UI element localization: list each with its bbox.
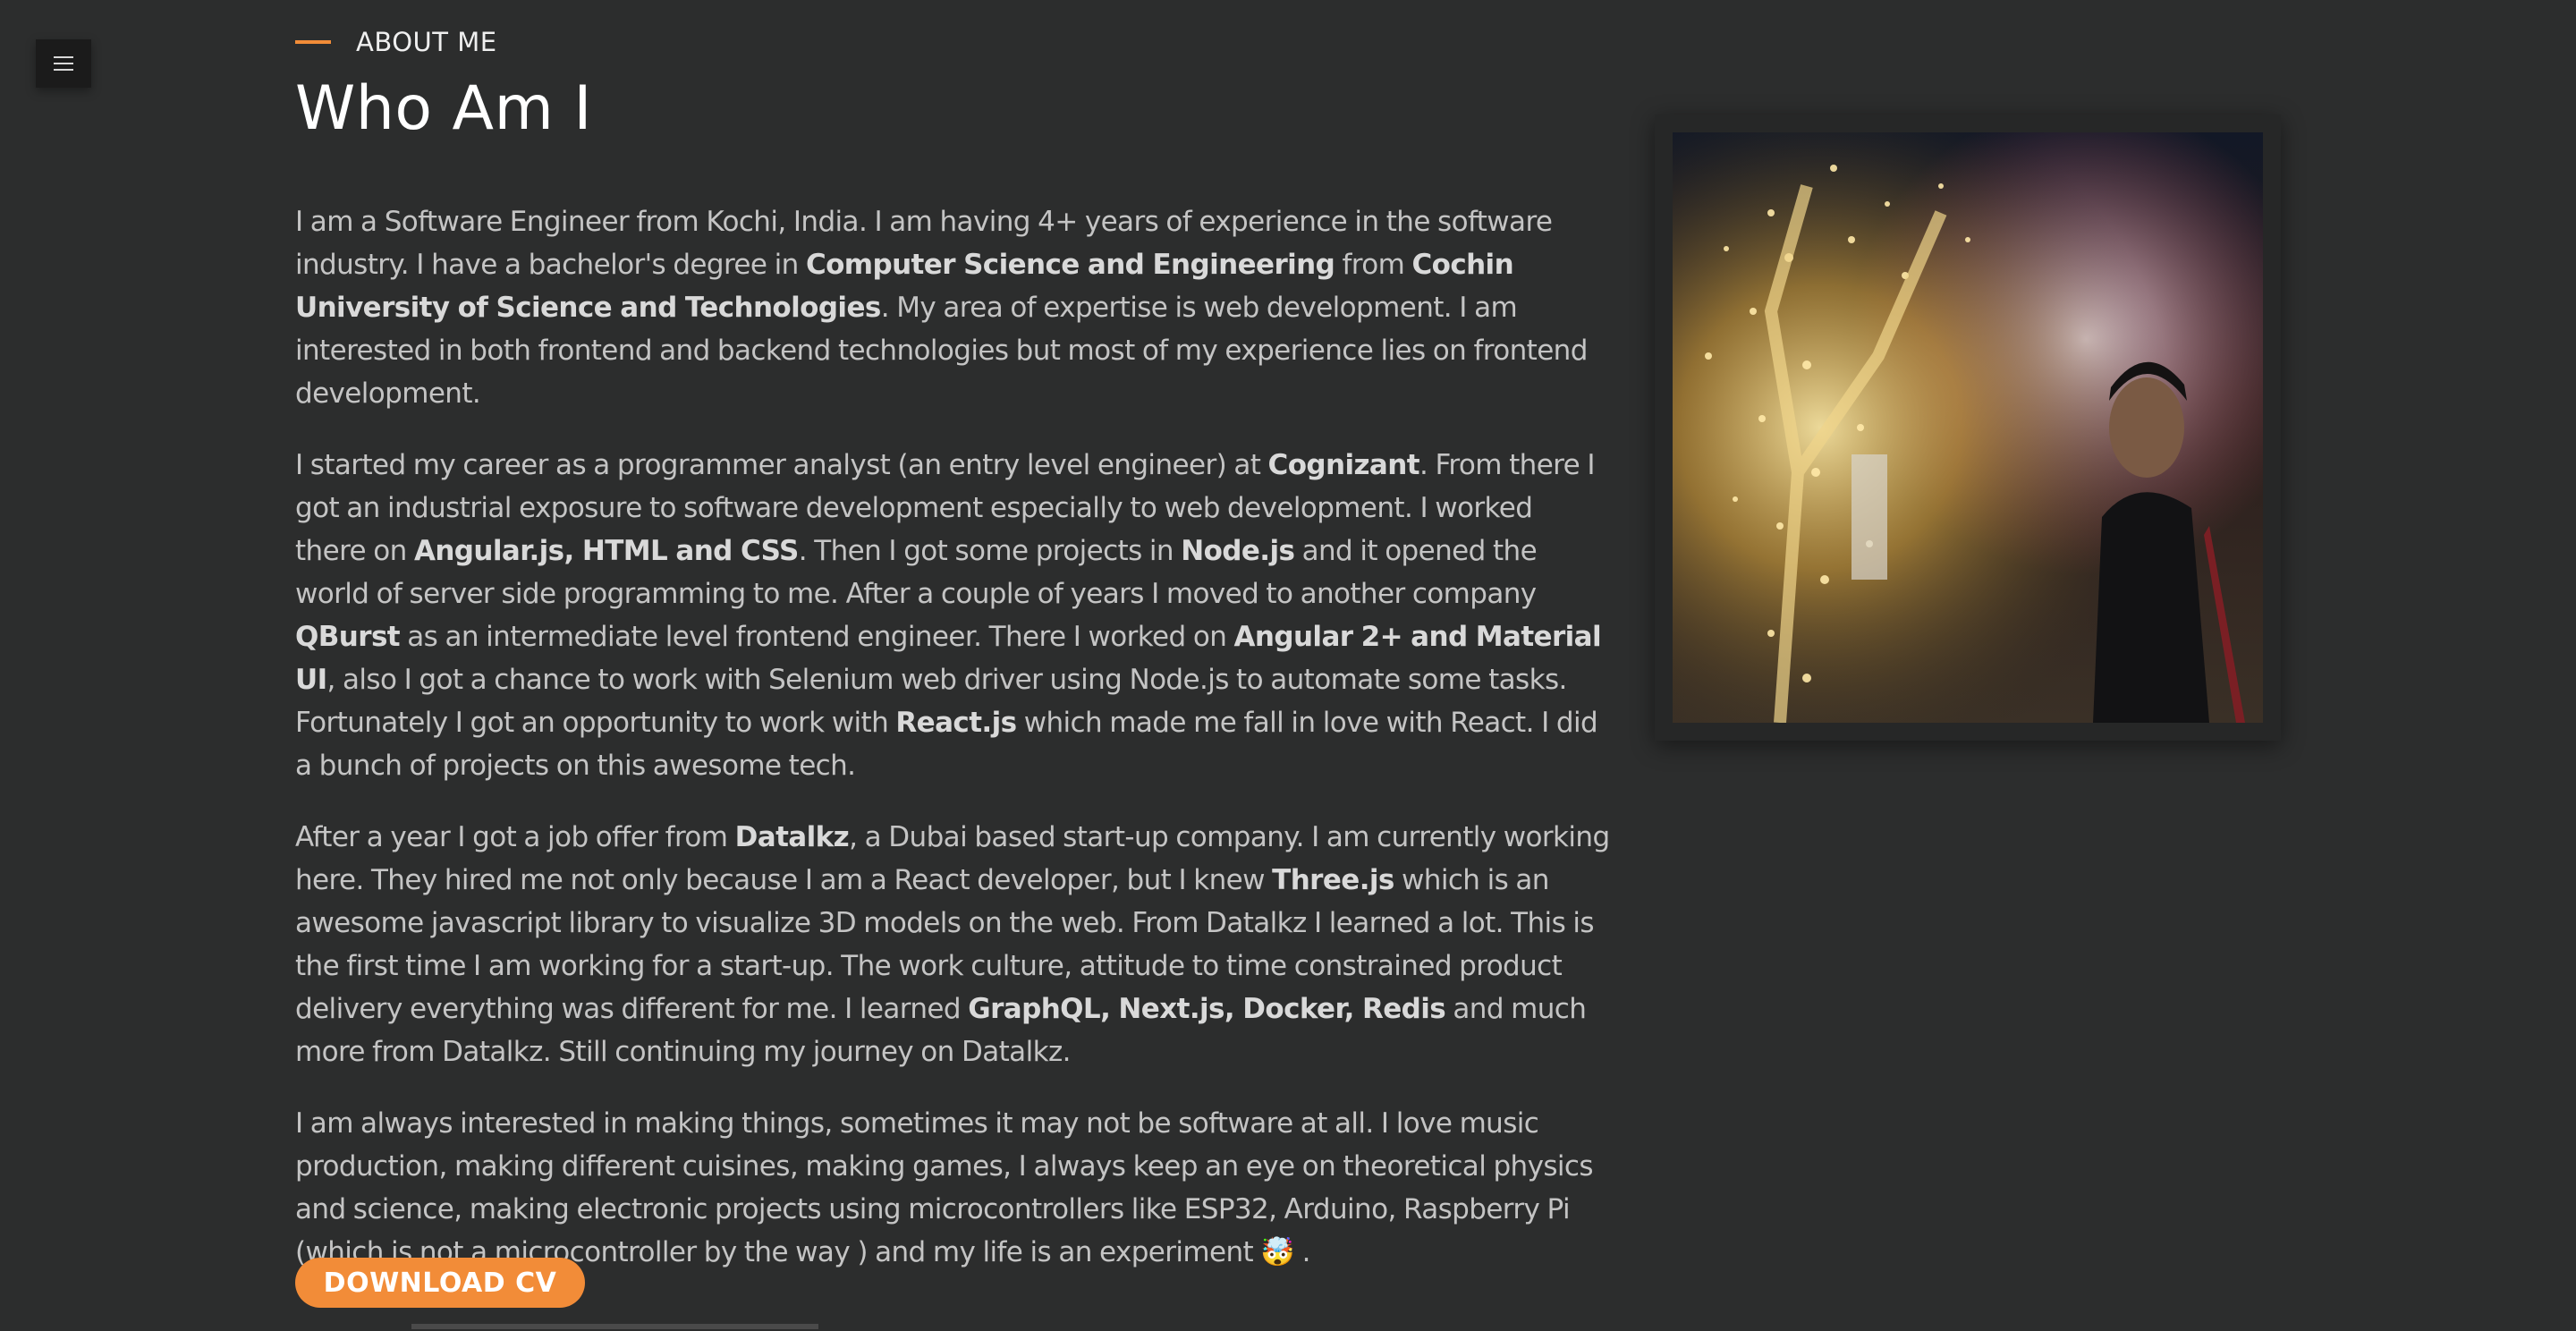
bio-highlight: GraphQL, Next.js, Docker, Redis	[968, 993, 1446, 1025]
bio-highlight: Node.js	[1181, 535, 1295, 567]
bio-highlight: Angular.js, HTML and CSS	[413, 535, 799, 567]
bio-text-run: I started my career as a programmer anal…	[295, 449, 1268, 481]
profile-photo	[1673, 132, 2263, 723]
profile-photo-illustration	[1673, 132, 2263, 723]
hamburger-menu-icon-bar	[54, 63, 73, 64]
bio-text-run: from	[1335, 249, 1412, 281]
profile-photo-frame	[1655, 114, 2281, 741]
bio-highlight: Datalkz	[734, 821, 850, 853]
bio-paragraph-3: After a year I got a job offer from Data…	[295, 816, 1610, 1073]
download-cv-button[interactable]: DOWNLOAD CV	[295, 1258, 585, 1308]
bio-highlight: Cognizant	[1267, 449, 1420, 481]
bio-text-run: . Then I got some projects in	[798, 535, 1182, 567]
bio-paragraph-2: I started my career as a programmer anal…	[295, 444, 1610, 787]
bio-paragraph-4: I am always interested in making things,…	[295, 1102, 1610, 1274]
bio-highlight: Three.js	[1272, 864, 1394, 896]
menu-button[interactable]	[36, 39, 91, 88]
eyebrow-label: ABOUT ME	[356, 27, 497, 57]
decorative-divider	[411, 1324, 818, 1329]
bio-text-run: as an intermediate level frontend engine…	[400, 621, 1234, 653]
bio-highlight: React.js	[895, 707, 1017, 739]
hamburger-menu-icon-bar	[54, 69, 73, 71]
bio-text-run: I am always interested in making things,…	[295, 1107, 1594, 1268]
bio-text-run: .	[1294, 1236, 1311, 1268]
hamburger-menu-icon-bar	[54, 56, 73, 58]
bio-text-run: After a year I got a job offer from	[295, 821, 735, 853]
bio-highlight: Computer Science and Engineering	[805, 249, 1335, 281]
bio-paragraph-1: I am a Software Engineer from Kochi, Ind…	[295, 200, 1610, 415]
eyebrow-accent-line	[295, 40, 331, 44]
section-eyebrow: ABOUT ME	[295, 27, 497, 57]
page-title: Who Am I	[295, 73, 592, 144]
exploding-head-emoji-icon: 🤯	[1260, 1236, 1295, 1268]
bio-highlight: QBurst	[295, 621, 401, 653]
bio-text: I am a Software Engineer from Kochi, Ind…	[295, 200, 1610, 1302]
